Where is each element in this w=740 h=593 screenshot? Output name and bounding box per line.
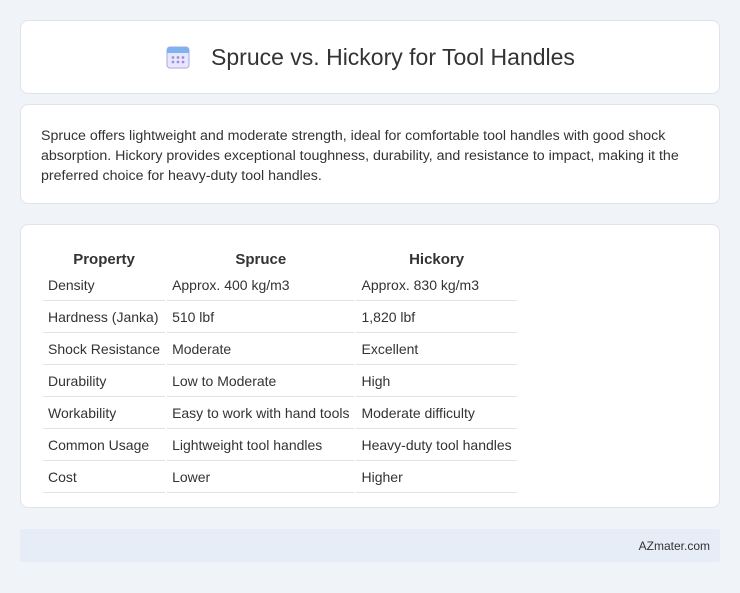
table-cell: Common Usage xyxy=(43,431,166,461)
summary-text: Spruce offers lightweight and moderate s… xyxy=(41,128,679,184)
table-row: Common Usage Lightweight tool handles He… xyxy=(43,431,517,461)
table-row: Shock Resistance Moderate Excellent xyxy=(43,335,517,365)
calendar-icon xyxy=(166,46,190,69)
table-cell: Lightweight tool handles xyxy=(167,431,355,461)
table-cell: Durability xyxy=(43,367,166,397)
table-cell: Low to Moderate xyxy=(167,367,355,397)
footer-source-text: AZmater.com xyxy=(638,538,710,553)
column-header-hickory: Hickory xyxy=(409,251,465,268)
table-cell: 1,820 lbf xyxy=(356,303,517,333)
table-cell: Moderate xyxy=(167,335,355,365)
table-cell: Easy to work with hand tools xyxy=(167,399,355,429)
table-cell: Higher xyxy=(356,463,517,493)
table-cell: High xyxy=(356,367,517,397)
summary-card: Spruce offers lightweight and moderate s… xyxy=(20,104,720,204)
table-row: Density Approx. 400 kg/m3 Approx. 830 kg… xyxy=(43,271,517,301)
comparison-table: Property Spruce Hickory Density Approx. … xyxy=(41,245,519,495)
table-cell: Excellent xyxy=(356,335,517,365)
table-cell: Heavy-duty tool handles xyxy=(356,431,517,461)
table-row: Hardness (Janka) 510 lbf 1,820 lbf xyxy=(43,303,517,333)
table-row: Workability Easy to work with hand tools… xyxy=(43,399,517,429)
table-cell: Workability xyxy=(43,399,166,429)
table-row: Durability Low to Moderate High xyxy=(43,367,517,397)
table-cell: Approx. 400 kg/m3 xyxy=(167,271,355,301)
table-cell: Lower xyxy=(167,463,355,493)
footer-bar: AZmater.com xyxy=(20,529,720,562)
table-row: Cost Lower Higher xyxy=(43,463,517,493)
table-cell: Density xyxy=(43,271,166,301)
table-header-row: Property Spruce Hickory xyxy=(43,247,517,269)
table-cell: Moderate difficulty xyxy=(356,399,517,429)
table-cell: Hardness (Janka) xyxy=(43,303,166,333)
table-cell: Cost xyxy=(43,463,166,493)
page-title: Spruce vs. Hickory for Tool Handles xyxy=(211,43,575,70)
column-header-spruce: Spruce xyxy=(235,251,287,268)
table-cell: Shock Resistance xyxy=(43,335,166,365)
table-cell: 510 lbf xyxy=(167,303,355,333)
title-card: Spruce vs. Hickory for Tool Handles xyxy=(20,20,720,94)
table-cell: Approx. 830 kg/m3 xyxy=(356,271,517,301)
column-header-property: Property xyxy=(73,251,135,268)
title-wrap: Spruce vs. Hickory for Tool Handles xyxy=(165,44,575,71)
table-card: Property Spruce Hickory Density Approx. … xyxy=(20,224,720,508)
